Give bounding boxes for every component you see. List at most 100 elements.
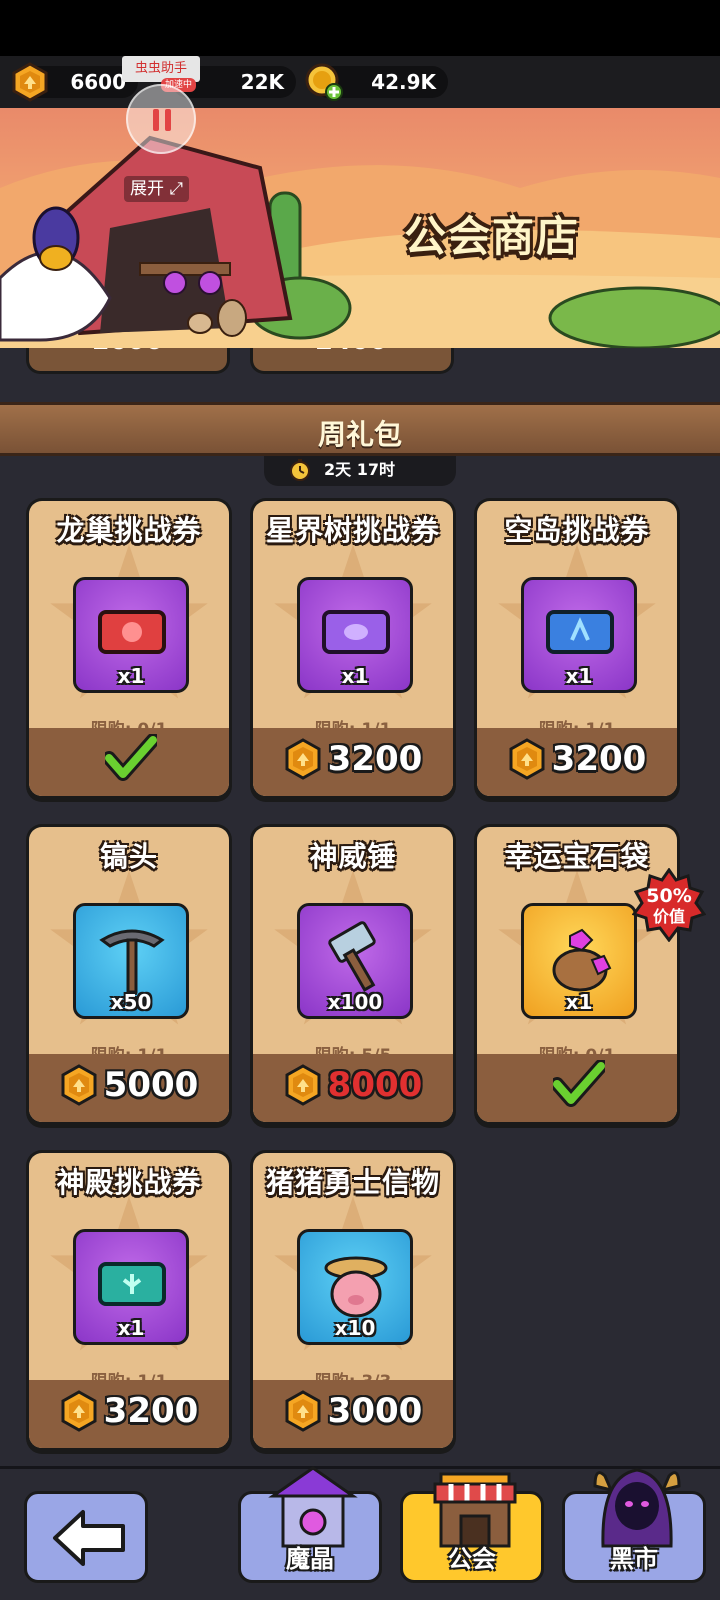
guild-coin-icon (285, 738, 321, 780)
guild-coin-icon (509, 738, 545, 780)
item-name: 星界树挑战券 (265, 514, 440, 547)
item-frame: x1 (297, 577, 413, 693)
card-body: 镐头x50限购: 1/15000 (29, 827, 229, 1122)
gem-value: 22K (240, 70, 284, 94)
price-row: 3000 (253, 1390, 453, 1434)
hammer-icon (328, 921, 376, 992)
item-name: 龙巢挑战券 (56, 514, 202, 547)
item-name: 神威锤 (309, 840, 397, 873)
card-body: 猪猪勇士信物x10限购: 3/33000 (253, 1153, 453, 1448)
stopwatch-icon (290, 459, 310, 481)
guild-coin-counter[interactable]: 6600 (12, 62, 138, 102)
red-ticket-icon (98, 610, 166, 654)
pause-button[interactable] (126, 84, 196, 154)
gold-coin-icon (305, 63, 343, 101)
desert-scene (0, 135, 720, 348)
pig-warrior-icon (324, 1256, 388, 1318)
expand-icon: ⤢ (169, 179, 184, 199)
gem-bag-icon (552, 928, 612, 992)
guild-coin-icon (285, 1064, 321, 1106)
shop-item-card[interactable]: 空岛挑战券x1限购: 1/13200 (474, 498, 680, 802)
magic-crystal-label: 魔晶 (286, 1545, 334, 1573)
card-footer: 3200 (29, 1380, 229, 1448)
item-frame: x50 (73, 903, 189, 1019)
back-button[interactable] (24, 1491, 148, 1583)
item-frame: x1 (521, 577, 637, 693)
card-body: 龙巢挑战券x1限购: 0/1 (29, 501, 229, 796)
card-footer: 8000 (253, 1054, 453, 1122)
guild-shop-banner: 公会商店 (0, 108, 720, 348)
bottom-nav: 魔晶 公会 黑市 (0, 1466, 720, 1600)
item-name: 神殿挑战券 (56, 1166, 202, 1199)
item-frame: x1 (73, 1229, 189, 1345)
card-footer (29, 728, 229, 796)
item-frame: x1 (521, 903, 637, 1019)
item-price: 3000 (327, 1391, 423, 1431)
black-market-tab[interactable]: 黑市 (562, 1468, 706, 1583)
price-row: 3200 (29, 1390, 229, 1434)
refresh-timer: 2天 17时 (264, 456, 456, 486)
purple-ticket-icon (322, 610, 390, 654)
card-footer: 3200 (253, 728, 453, 796)
item-quantity: x100 (327, 990, 383, 1014)
purchased-check-icon (553, 1060, 605, 1107)
guild-shop-icon (433, 1472, 517, 1548)
item-quantity: x1 (565, 990, 593, 1014)
guild-coin-icon (61, 1064, 97, 1106)
guild-coin-icon (61, 1390, 97, 1432)
price-row: 3200 (253, 738, 453, 782)
previous-card[interactable]: 1600 (26, 348, 230, 374)
shop-item-card[interactable]: 龙巢挑战券x1限购: 0/1 (26, 498, 232, 802)
guild-coin-icon (12, 62, 48, 102)
item-price: 3200 (103, 1391, 199, 1431)
shop-item-card[interactable]: 星界树挑战券x1限购: 1/13200 (250, 498, 456, 802)
price-row: 3200 (477, 738, 677, 782)
shop-item-card[interactable]: 神殿挑战券x1限购: 1/13200 (26, 1150, 232, 1454)
badge-percent: 50% (646, 885, 691, 907)
price-row: 8000 (253, 1064, 453, 1108)
card-footer (477, 1054, 677, 1122)
back-arrow-icon (53, 1510, 125, 1566)
item-frame: x100 (297, 903, 413, 1019)
pickaxe-icon (99, 929, 165, 994)
hooded-merchant-icon (593, 1468, 681, 1548)
item-name: 空岛挑战券 (504, 514, 650, 547)
card-body: 神威锤x100限购: 5/58000 (253, 827, 453, 1122)
item-price: 5000 (103, 1065, 199, 1105)
gold-coin-counter[interactable]: 42.9K (305, 63, 448, 101)
card-body: 神殿挑战券x1限购: 1/13200 (29, 1153, 229, 1448)
price-row: 5000 (29, 1064, 229, 1108)
guild-coin-icon (285, 1390, 321, 1432)
guild-tab[interactable]: 公会 (400, 1472, 544, 1583)
item-price: 3200 (551, 739, 647, 779)
card-footer: 5000 (29, 1054, 229, 1122)
previous-price: 2400 (315, 348, 387, 356)
item-quantity: x1 (341, 664, 369, 688)
magic-crystal-tab[interactable]: 魔晶 (238, 1466, 382, 1583)
value-burst-badge: 50% 价值 (632, 868, 706, 942)
shop-item-card[interactable]: 镐头x50限购: 1/15000 (26, 824, 232, 1128)
item-quantity: x1 (117, 1316, 145, 1340)
item-frame: x1 (73, 577, 189, 693)
guild-label: 公会 (448, 1545, 496, 1573)
item-name: 镐头 (99, 840, 158, 873)
previous-card[interactable]: 2400 (250, 348, 454, 374)
assistant-chip[interactable]: 虫虫助手 加速中 (122, 56, 200, 92)
black-market-label: 黑市 (610, 1545, 658, 1573)
purchased-check-icon (105, 734, 157, 781)
section-header: 周礼包 (0, 402, 720, 456)
expand-button[interactable]: 展开 ⤢ (124, 176, 190, 202)
badge-label: 价值 (653, 907, 685, 926)
blue-ticket-icon (546, 610, 614, 654)
guild-coin-value: 6600 (70, 70, 126, 94)
teal-ticket-icon (98, 1262, 166, 1306)
item-quantity: x50 (110, 990, 152, 1014)
section-title: 周礼包 (317, 418, 402, 451)
card-body: 空岛挑战券x1限购: 1/13200 (477, 501, 677, 796)
shop-item-card[interactable]: 神威锤x100限购: 5/58000 (250, 824, 456, 1128)
item-quantity: x1 (565, 664, 593, 688)
item-price: 8000 (327, 1065, 423, 1105)
status-bar (0, 0, 720, 56)
shop-item-card[interactable]: 猪猪勇士信物x10限购: 3/33000 (250, 1150, 456, 1454)
card-footer: 3200 (477, 728, 677, 796)
